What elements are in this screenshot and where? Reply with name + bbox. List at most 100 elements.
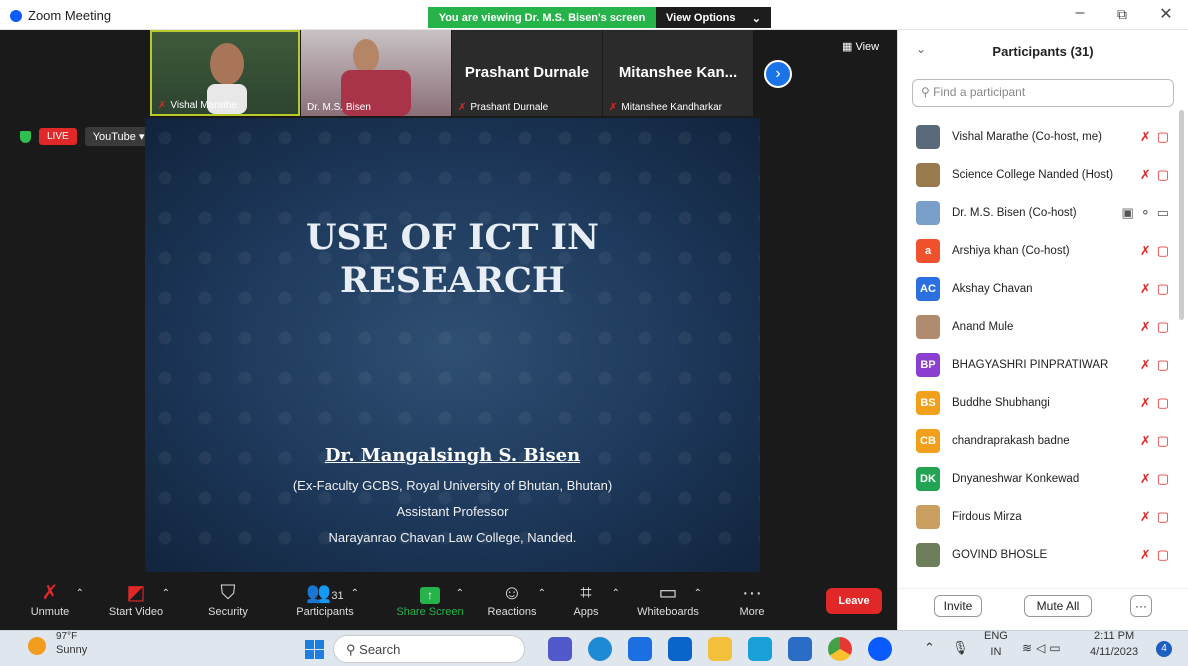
slide-institution: Narayanrao Chavan Law College, Nanded.	[328, 530, 577, 545]
chevron-up-icon[interactable]: ⌃	[924, 640, 935, 656]
mic-video-muted-icon: ✗▢	[1139, 547, 1175, 562]
share-screen-button[interactable]: ↑ Share Screen ⌃	[390, 580, 470, 618]
more-label: More	[739, 606, 765, 618]
file-explorer-icon[interactable]	[708, 637, 732, 661]
zoom-icon[interactable]	[868, 637, 892, 661]
mic-video-muted-icon: ✗▢	[1139, 471, 1175, 486]
participant-row[interactable]: BS Buddhe Shubhangi ✗▢	[898, 388, 1188, 426]
view-options-label: View Options	[666, 12, 736, 24]
participant-name: Dnyaneshwar Konkewad	[952, 473, 1080, 485]
thumbnail-big-name: Prashant Durnale	[464, 64, 590, 81]
chevron-up-icon[interactable]: ⌃	[694, 588, 702, 599]
notification-badge[interactable]: 4	[1156, 641, 1172, 657]
store-icon[interactable]	[628, 637, 652, 661]
chevron-up-icon[interactable]: ⌃	[538, 588, 546, 599]
participant-row[interactable]: a Arshiya khan (Co-host) ✗▢	[898, 236, 1188, 274]
view-label: View	[855, 41, 880, 53]
thumbnail-name: Mitanshee Kandharkar	[621, 102, 723, 113]
window-titlebar: Zoom Meeting You are viewing Dr. M.S. Bi…	[0, 0, 1188, 30]
clock[interactable]: 2:11 PM 4/11/2023	[1090, 630, 1138, 658]
word-icon[interactable]	[788, 637, 812, 661]
view-button[interactable]: ▦ View	[842, 40, 879, 53]
thumbnail-name: Vishal Marathe	[170, 100, 237, 111]
participant-row[interactable]: BP BHAGYASHRI PINPRATIWAR ✗▢	[898, 350, 1188, 388]
video-thumbnail[interactable]: ✗ Vishal Marathe	[150, 30, 300, 116]
language-indicator[interactable]: ENG IN	[984, 630, 1008, 658]
video-thumbnail[interactable]: Prashant Durnale ✗ Prashant Durnale	[452, 30, 602, 116]
slide-affiliation: (Ex-Faculty GCBS, Royal University of Bh…	[292, 478, 613, 493]
mic-video-muted-icon: ✗▢	[1139, 395, 1175, 410]
participant-name: Dr. M.S. Bisen (Co-host)	[952, 207, 1077, 219]
apps-button[interactable]: ⌗ Apps ⌃	[546, 580, 626, 618]
participant-name: Science College Nanded (Host)	[952, 169, 1114, 181]
video-thumbnail[interactable]: Mitanshee Kan... ✗ Mitanshee Kandharkar	[603, 30, 753, 116]
restore-button[interactable]: ⧉	[1110, 6, 1134, 23]
share-screen-icon: ↑	[420, 587, 440, 604]
taskbar-search-box[interactable]: ⚲ Search	[333, 635, 525, 663]
chevron-up-icon[interactable]: ⌃	[351, 588, 359, 599]
grid-icon: ▦	[842, 41, 853, 53]
zoom-app-icon	[10, 10, 22, 22]
people-icon: 👥	[306, 582, 332, 604]
youtube-dropdown[interactable]: YouTube ▾	[84, 127, 153, 146]
sun-icon[interactable]	[28, 637, 46, 655]
more-options-button[interactable]: ···	[1130, 595, 1152, 617]
chevron-up-icon[interactable]: ⌃	[456, 588, 464, 599]
chevron-up-icon[interactable]: ⌃	[612, 588, 620, 599]
participant-list: Vishal Marathe (Co-host, me) ✗▢ Science Co…	[898, 122, 1188, 578]
mic-video-muted-icon: ✗▢	[1139, 433, 1175, 448]
avatar: BP	[916, 353, 940, 377]
system-tray-icons[interactable]: ≋◁▭	[1022, 641, 1065, 655]
minimize-button[interactable]: –	[1068, 4, 1092, 22]
participant-row[interactable]: Science College Nanded (Host) ✗▢	[898, 160, 1188, 198]
participant-row[interactable]: Dr. M.S. Bisen (Co-host) ▣⚬▭	[898, 198, 1188, 236]
app-l-icon[interactable]	[748, 637, 772, 661]
security-button[interactable]: ⛉ Security	[188, 580, 268, 618]
participant-row[interactable]: Anand Mule ✗▢	[898, 312, 1188, 350]
participant-row[interactable]: DK Dnyaneshwar Konkewad ✗▢	[898, 464, 1188, 502]
participant-name: chandraprakash badne	[952, 435, 1070, 447]
teams-icon[interactable]	[548, 637, 572, 661]
avatar	[916, 315, 940, 339]
unmute-button[interactable]: ✗ Unmute ⌃	[10, 580, 90, 618]
participant-row[interactable]: GOVIND BHOSLE ✗▢	[898, 540, 1188, 578]
slide-title: USE OF ICT IN RESEARCH	[145, 216, 760, 302]
edge-icon[interactable]	[588, 637, 612, 661]
leave-button[interactable]: Leave	[826, 588, 882, 614]
viewing-message: You are viewing Dr. M.S. Bisen's screen	[428, 7, 656, 28]
participant-search-input[interactable]: ⚲ Find a participant	[912, 79, 1174, 107]
taskbar-search-label: Search	[359, 642, 401, 657]
invite-button[interactable]: Invite	[934, 595, 982, 617]
mic-video-muted-icon: ✗▢	[1139, 281, 1175, 296]
participant-row[interactable]: AC Akshay Chavan ✗▢	[898, 274, 1188, 312]
view-options-button[interactable]: View Options ⌄	[656, 7, 771, 28]
close-button[interactable]: ✕	[1154, 4, 1178, 24]
avatar	[916, 505, 940, 529]
clock-date: 4/11/2023	[1090, 646, 1139, 658]
reactions-button[interactable]: ☺ Reactions ⌃	[472, 580, 552, 618]
chevron-up-icon[interactable]: ⌃	[162, 588, 170, 599]
screen-share-banner: You are viewing Dr. M.S. Bisen's screen …	[428, 7, 771, 28]
mute-all-button[interactable]: Mute All	[1024, 595, 1092, 617]
participant-row[interactable]: Firdous Mirza ✗▢	[898, 502, 1188, 540]
shield-icon[interactable]	[20, 130, 31, 143]
participant-row[interactable]: CB chandraprakash badne ✗▢	[898, 426, 1188, 464]
participant-name: Buddhe Shubhangi	[952, 397, 1050, 409]
video-thumbnail[interactable]: Dr. M.S. Bisen	[301, 30, 451, 116]
participant-row[interactable]: Vishal Marathe (Co-host, me) ✗▢	[898, 122, 1188, 160]
start-video-button[interactable]: ◩ Start Video ⌃	[96, 580, 176, 618]
thumbnail-name: Prashant Durnale	[470, 102, 549, 113]
microphone-icon[interactable]: 🎙	[952, 640, 969, 656]
more-button[interactable]: ··· More	[712, 580, 792, 618]
avatar	[916, 201, 940, 225]
participants-button[interactable]: 👥31 Participants ⌃	[285, 580, 365, 618]
clock-time: 2:11 PM	[1093, 630, 1135, 642]
chrome-icon[interactable]	[828, 637, 852, 661]
whiteboards-button[interactable]: ▭ Whiteboards ⌃	[628, 580, 708, 618]
participant-name: GOVIND BHOSLE	[952, 549, 1048, 561]
live-badge[interactable]: LIVE	[39, 128, 77, 145]
mail-icon[interactable]	[668, 637, 692, 661]
next-page-button[interactable]: ›	[764, 60, 792, 88]
windows-start-icon[interactable]	[305, 640, 324, 659]
chevron-up-icon[interactable]: ⌃	[76, 588, 84, 599]
